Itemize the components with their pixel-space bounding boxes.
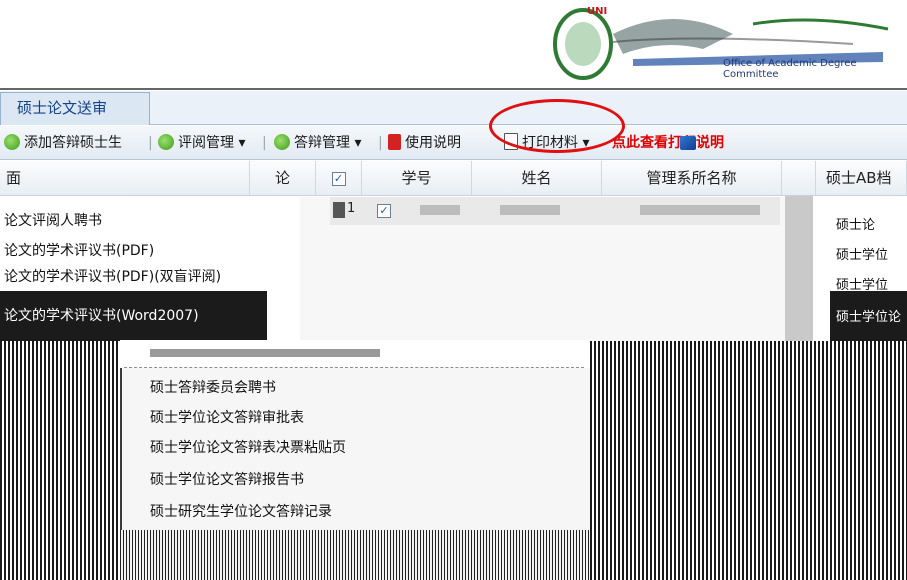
menu-item-ballot-page[interactable]: 硕士学位论文答辩表决票粘贴页: [150, 434, 346, 462]
select-all-checkbox[interactable]: ✓: [316, 161, 362, 196]
menu-item-review-pdf[interactable]: 论文的学术评议书(PDF): [4, 240, 154, 262]
usage-guide-button[interactable]: 使用说明: [388, 132, 461, 154]
add-candidate-button[interactable]: 添加答辩硕士生: [4, 132, 122, 154]
review-manage-button[interactable]: 评阅管理 ▾: [158, 132, 245, 154]
logo-caption: Office of Academic Degree Committee: [723, 58, 857, 80]
col-header-archive[interactable]: 硕士AB档封: [816, 161, 907, 222]
list-item: 硕士学位论: [836, 310, 902, 325]
add-icon: [4, 134, 20, 150]
menu-separator: [124, 367, 584, 368]
defense-icon: [274, 134, 290, 150]
menu-item-reviewer-letter[interactable]: 论文评阅人聘书: [4, 210, 102, 232]
row-marker: [333, 202, 345, 218]
menu-item-committee-letter[interactable]: 硕士答辩委员会聘书: [150, 374, 276, 402]
highlight-annotation: [489, 99, 625, 153]
university-logo: UNI Office of Academic Degree Committee: [553, 4, 903, 84]
logo-text: UNI: [587, 6, 608, 17]
col-header-dept[interactable]: 管理系所名称: [602, 161, 782, 196]
defense-manage-button[interactable]: 答辩管理 ▾: [274, 132, 361, 154]
menu-item-defense-record[interactable]: 硕士研究生学位论文答辩记录: [150, 498, 332, 526]
distortion-band: [120, 530, 590, 580]
distortion-band: [0, 341, 120, 580]
monitor-icon: [680, 136, 700, 151]
col-header-thesis[interactable]: 论: [250, 161, 316, 196]
col-header-student-id[interactable]: 学号: [362, 161, 472, 196]
print-instructions-link[interactable]: 点此查看打印说明: [612, 132, 724, 154]
tab-thesis-review[interactable]: 硕士论文送审: [0, 92, 150, 125]
col-header-blank: [782, 161, 816, 196]
menu-item-defense-report[interactable]: 硕士学位论文答辩报告书: [150, 466, 304, 494]
menu-item-defense-approval[interactable]: 硕士学位论文答辩审批表: [150, 404, 304, 432]
header-divider: [0, 88, 907, 90]
menu-header-blurred: [120, 340, 590, 368]
menu-item-review-pdf-blind[interactable]: 论文的学术评议书(PDF)(双盲评阅): [4, 266, 221, 288]
list-item: 硕士论: [836, 218, 876, 233]
row-number: 1: [347, 201, 356, 216]
col-header-name[interactable]: 姓名: [472, 161, 602, 196]
toolbar-separator: |: [262, 135, 267, 151]
menu-item-review-word[interactable]: 论文的学术评议书(Word2007): [4, 305, 199, 325]
row-checkbox[interactable]: ✓: [377, 203, 391, 218]
redacted-cell: [420, 205, 460, 215]
review-icon: [158, 134, 174, 150]
list-item: 硕士学位: [836, 248, 889, 263]
pdf-icon: [388, 134, 401, 150]
redacted-cell: [500, 205, 560, 215]
col-header-left: 面: [0, 161, 250, 196]
distortion-band: [590, 341, 907, 580]
toolbar-separator: |: [378, 135, 383, 151]
toolbar-separator: |: [148, 135, 153, 151]
redacted-cell: [640, 205, 760, 215]
